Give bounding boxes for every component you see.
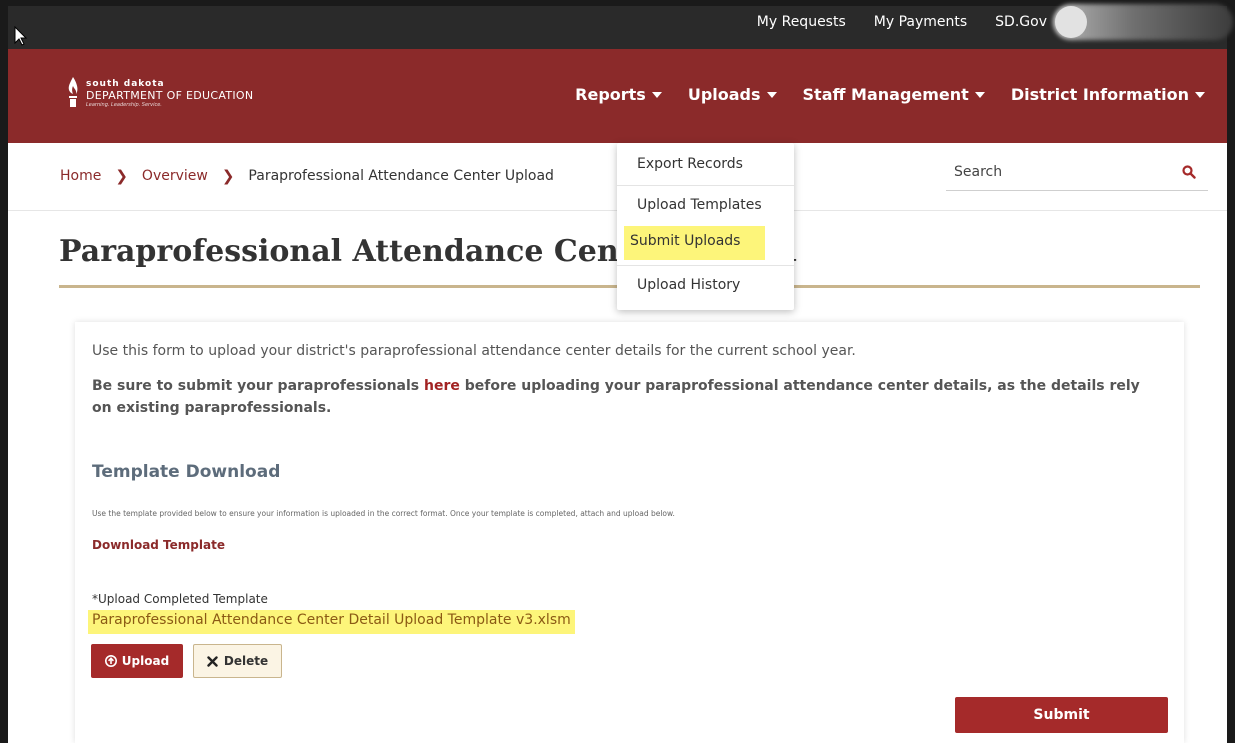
delete-button-label: Delete	[223, 654, 269, 668]
search-icon[interactable]	[1182, 165, 1196, 179]
upload-field-label: *Upload Completed Template	[92, 592, 268, 606]
chevron-down-icon	[974, 91, 985, 98]
logo-state-name: south dakota	[86, 78, 165, 89]
nav-district-information[interactable]: District Information	[1011, 85, 1205, 104]
my-payments-link[interactable]: My Payments	[874, 14, 967, 30]
chevron-down-icon	[1195, 91, 1205, 98]
search-placeholder: Search	[954, 164, 1003, 180]
search-input[interactable]: Search	[946, 157, 1208, 191]
logo-tagline: Learning. Leadership. Service.	[86, 101, 162, 108]
upload-label-text: Upload Completed Template	[98, 592, 268, 606]
sd-gov-link[interactable]: SD.Gov	[995, 14, 1047, 30]
menu-item-export-records[interactable]: Export Records	[617, 145, 794, 185]
menu-item-upload-history[interactable]: Upload History	[617, 266, 794, 306]
avatar[interactable]	[1055, 6, 1087, 38]
primary-menu: Reports Uploads Staff Management Distric…	[575, 85, 1205, 104]
attached-file-name[interactable]: Paraprofessional Attendance Center Detai…	[88, 610, 575, 634]
utility-links: My Requests My Payments SD.Gov	[757, 14, 1047, 30]
form-intro-text: Use this form to upload your district's …	[92, 343, 856, 359]
uploads-dropdown-menu: Export Records Upload Templates Submit U…	[617, 143, 794, 310]
flame-logo-icon	[68, 77, 78, 107]
template-instructions: Use the template provided below to ensur…	[92, 509, 675, 518]
mouse-cursor-icon	[14, 26, 28, 46]
chevron-down-icon	[766, 91, 777, 98]
chevron-down-icon	[651, 91, 662, 98]
sd-doe-logo[interactable]: south dakota DEPARTMENT OF EDUCATION Lea…	[66, 75, 253, 111]
notice-text-before: Be sure to submit your paraprofessionals	[92, 378, 425, 394]
upload-button[interactable]: Upload	[91, 644, 183, 678]
delete-button[interactable]: Delete	[193, 644, 282, 678]
utility-bar: My Requests My Payments SD.Gov	[8, 6, 1227, 49]
upload-form-panel: Use this form to upload your district's …	[75, 322, 1184, 743]
window-frame-left	[0, 0, 8, 743]
logo-department-name: DEPARTMENT OF EDUCATION	[86, 88, 254, 102]
nav-uploads-label: Uploads	[687, 85, 761, 104]
upload-arrow-circle-icon	[104, 655, 117, 667]
nav-staff-management[interactable]: Staff Management	[803, 85, 985, 104]
form-notice-text: Be sure to submit your paraprofessionals…	[92, 375, 1162, 419]
breadcrumb-home[interactable]: Home	[60, 168, 101, 184]
template-download-heading: Template Download	[92, 462, 281, 482]
nav-uploads[interactable]: Uploads	[688, 85, 777, 104]
main-navigation: south dakota DEPARTMENT OF EDUCATION Lea…	[8, 49, 1227, 143]
window-frame-right	[1227, 0, 1235, 743]
breadcrumb-overview[interactable]: Overview	[142, 168, 208, 184]
my-requests-link[interactable]: My Requests	[757, 14, 846, 30]
breadcrumb-current: Paraprofessional Attendance Center Uploa…	[248, 168, 554, 184]
paraprofessionals-here-link[interactable]: here	[424, 378, 460, 394]
close-icon	[207, 655, 218, 667]
upload-button-label: Upload	[121, 654, 170, 668]
nav-district-information-label: District Information	[1010, 85, 1189, 104]
menu-item-upload-templates[interactable]: Upload Templates	[617, 186, 794, 226]
breadcrumb: Home ❯ Overview ❯ Paraprofessional Atten…	[60, 167, 554, 185]
submit-button[interactable]: Submit	[955, 697, 1168, 733]
nav-reports[interactable]: Reports	[575, 85, 662, 104]
chevron-right-icon: ❯	[221, 167, 235, 185]
download-template-link[interactable]: Download Template	[92, 538, 225, 552]
nav-staff-management-label: Staff Management	[802, 85, 969, 104]
chevron-right-icon: ❯	[115, 167, 128, 185]
menu-item-submit-uploads[interactable]: Submit Uploads	[624, 226, 765, 260]
nav-reports-label: Reports	[575, 85, 646, 104]
